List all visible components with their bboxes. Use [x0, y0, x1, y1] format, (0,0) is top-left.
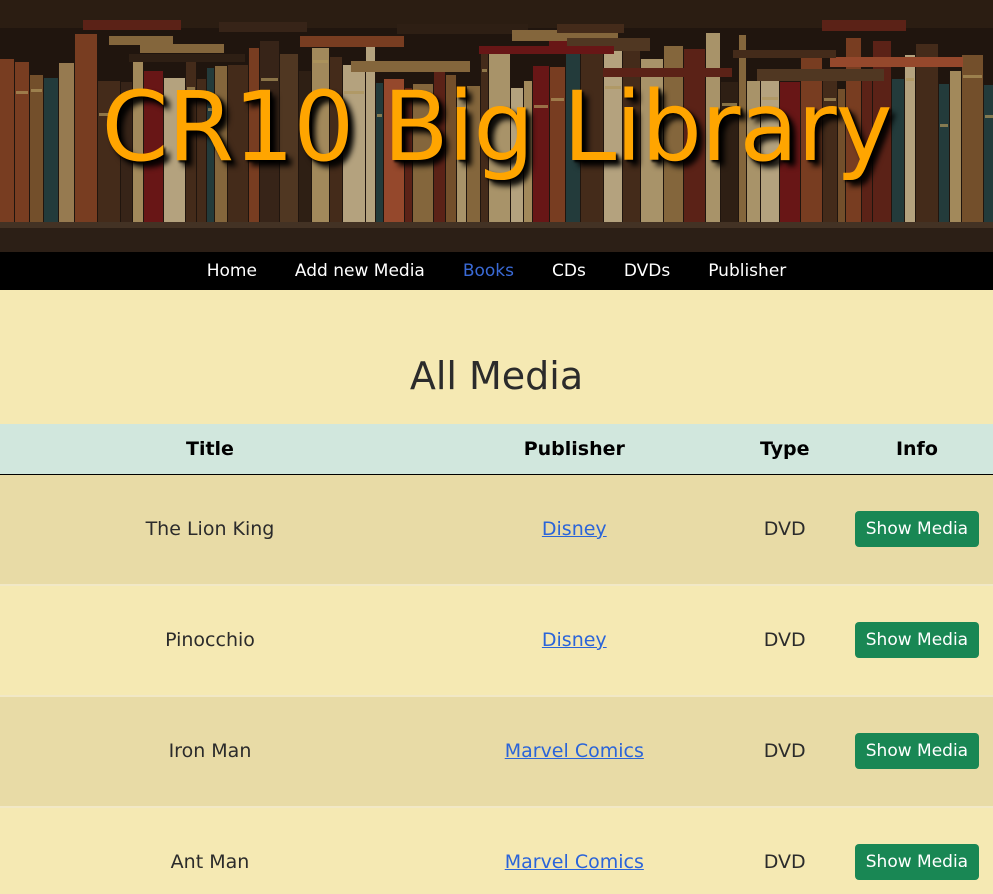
site-title: CR10 Big Library: [101, 71, 892, 183]
column-info: Info: [840, 424, 993, 475]
table-row: The Lion King Disney DVD Show Media: [0, 474, 993, 586]
nav-dvds[interactable]: DVDs: [624, 261, 670, 281]
publisher-link[interactable]: Disney: [542, 518, 607, 540]
table-row: Iron Man Marvel Comics DVD Show Media: [0, 695, 993, 808]
media-type: DVD: [728, 474, 841, 586]
publisher-link[interactable]: Disney: [542, 629, 607, 651]
media-type: DVD: [728, 806, 841, 894]
media-title: The Lion King: [0, 474, 420, 586]
media-title: Ant Man: [0, 806, 420, 894]
nav-add-new-media[interactable]: Add new Media: [295, 261, 425, 281]
nav-cds[interactable]: CDs: [552, 261, 586, 281]
show-media-button[interactable]: Show Media: [854, 622, 980, 658]
page-heading: All Media: [409, 354, 584, 398]
media-title: Pinocchio: [0, 584, 420, 697]
media-table: Title Publisher Type Info The Lion King …: [0, 424, 993, 894]
nav-home[interactable]: Home: [207, 261, 257, 281]
publisher-link[interactable]: Marvel Comics: [505, 740, 644, 762]
main-nav: Home Add new Media Books CDs DVDs Publis…: [0, 252, 993, 290]
media-title: Iron Man: [0, 695, 420, 808]
column-publisher: Publisher: [419, 424, 729, 475]
show-media-button[interactable]: Show Media: [854, 844, 980, 880]
show-media-button[interactable]: Show Media: [854, 733, 980, 769]
show-media-button[interactable]: Show Media: [854, 511, 980, 547]
publisher-link[interactable]: Marvel Comics: [505, 851, 644, 873]
table-header: Title Publisher Type Info: [0, 424, 993, 475]
column-title: Title: [0, 424, 420, 475]
column-type: Type: [728, 424, 841, 475]
main-content: All Media Title Publisher Type Info The …: [0, 290, 993, 894]
media-type: DVD: [728, 584, 841, 697]
table-row: Pinocchio Disney DVD Show Media: [0, 584, 993, 697]
hero-banner: CR10 Big Library: [0, 0, 993, 252]
nav-books[interactable]: Books: [463, 261, 514, 281]
media-type: DVD: [728, 695, 841, 808]
nav-publisher[interactable]: Publisher: [708, 261, 786, 281]
table-row: Ant Man Marvel Comics DVD Show Media: [0, 806, 993, 894]
